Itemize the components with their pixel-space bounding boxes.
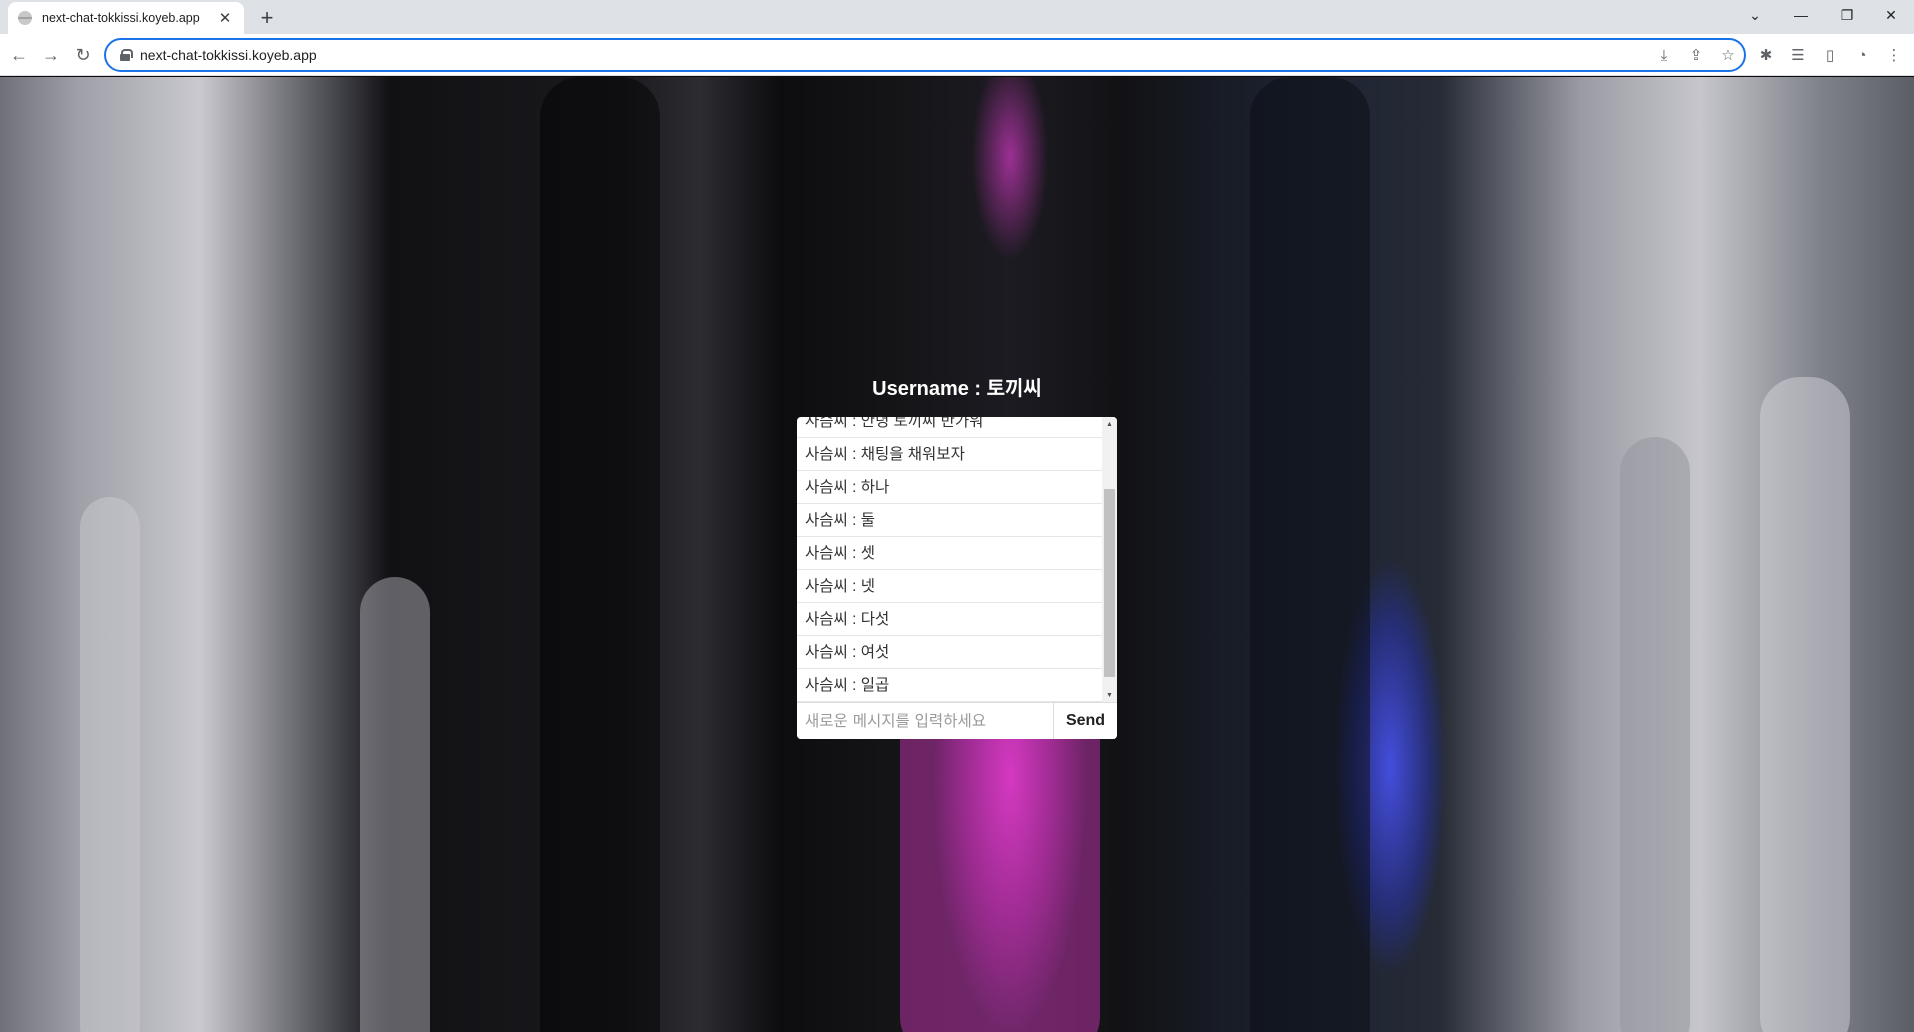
new-tab-icon[interactable]: + xyxy=(254,5,280,31)
tab-close-icon[interactable]: ✕ xyxy=(216,9,234,27)
reload-icon[interactable]: ↻ xyxy=(70,42,96,68)
scroll-up-icon[interactable]: ▲ xyxy=(1102,417,1117,431)
paint-streak xyxy=(1760,377,1850,1032)
site-favicon-icon xyxy=(18,11,32,25)
extensions-icon[interactable]: ✱ xyxy=(1752,42,1780,68)
paint-streak xyxy=(1620,437,1690,1032)
message-composer: Send xyxy=(797,702,1117,739)
forward-icon[interactable]: → xyxy=(38,42,64,68)
restore-icon[interactable]: ❐ xyxy=(1824,0,1870,30)
chat-message: 사슴씨 : 안녕 토끼씨 반가워 xyxy=(797,417,1102,438)
message-scrollbar[interactable]: ▲ ▼ xyxy=(1102,417,1117,702)
chat-message: 사슴씨 : 하나 xyxy=(797,471,1102,504)
address-url[interactable]: next-chat-tokkissi.koyeb.app xyxy=(140,47,1648,63)
chat-box: 사슴씨 : 안녕 토끼씨 반가워 사슴씨 : 채팅을 채워보자 사슴씨 : 하나 사슴… xyxy=(797,417,1117,739)
install-app-icon[interactable]: ⤓ xyxy=(1648,40,1680,70)
bookmark-star-icon[interactable]: ☆ xyxy=(1712,40,1744,70)
username-heading: Username : 토끼씨 xyxy=(872,378,1042,400)
paint-streak xyxy=(540,77,660,1032)
chat-message: 사슴씨 : 여섯 xyxy=(797,636,1102,669)
back-icon[interactable]: ← xyxy=(6,42,32,68)
minimize-icon[interactable]: — xyxy=(1778,0,1824,30)
tab-title: next-chat-tokkissi.koyeb.app xyxy=(42,11,200,25)
share-icon[interactable]: ⇪ xyxy=(1680,40,1712,70)
message-list[interactable]: 사슴씨 : 안녕 토끼씨 반가워 사슴씨 : 채팅을 채워보자 사슴씨 : 하나 사슴… xyxy=(797,417,1102,702)
browser-toolbar: ← → ↻ next-chat-tokkissi.koyeb.app ⤓ ⇪ ☆… xyxy=(0,34,1914,76)
lock-icon[interactable] xyxy=(120,49,133,61)
chat-message: 사슴씨 : 다섯 xyxy=(797,603,1102,636)
tab-strip: next-chat-tokkissi.koyeb.app ✕ + ⌄ — ❐ ✕ xyxy=(0,0,1914,34)
side-panel-icon[interactable]: ▯ xyxy=(1816,42,1844,68)
chat-message: 사슴씨 : 둘 xyxy=(797,504,1102,537)
scroll-down-icon[interactable]: ▼ xyxy=(1102,688,1117,702)
chat-message: 사슴씨 : 셋 xyxy=(797,537,1102,570)
chrome-menu-icon[interactable]: ⋮ xyxy=(1880,42,1908,68)
scrollbar-thumb[interactable] xyxy=(1104,489,1115,677)
window-close-icon[interactable]: ✕ xyxy=(1868,0,1914,30)
reading-list-icon[interactable]: ☰ xyxy=(1784,42,1812,68)
send-button[interactable]: Send xyxy=(1053,703,1117,739)
tab-search-icon[interactable]: ⌄ xyxy=(1732,0,1778,30)
chat-message: 사슴씨 : 넷 xyxy=(797,570,1102,603)
paint-streak xyxy=(80,497,140,1032)
browser-tab[interactable]: next-chat-tokkissi.koyeb.app ✕ xyxy=(8,2,244,34)
paint-streak xyxy=(1250,77,1370,1032)
page-background: Username : 토끼씨 사슴씨 : 안녕 토끼씨 반가워 사슴씨 : 채팅을… xyxy=(0,77,1914,1032)
paint-streak xyxy=(360,577,430,1032)
profile-icon[interactable]: ◔ xyxy=(1848,42,1876,68)
message-input[interactable] xyxy=(797,703,1053,739)
chat-message: 사슴씨 : 일곱 xyxy=(797,669,1102,702)
chat-message: 사슴씨 : 채팅을 채워보자 xyxy=(797,438,1102,471)
address-bar[interactable]: next-chat-tokkissi.koyeb.app ⤓ ⇪ ☆ xyxy=(104,38,1746,72)
